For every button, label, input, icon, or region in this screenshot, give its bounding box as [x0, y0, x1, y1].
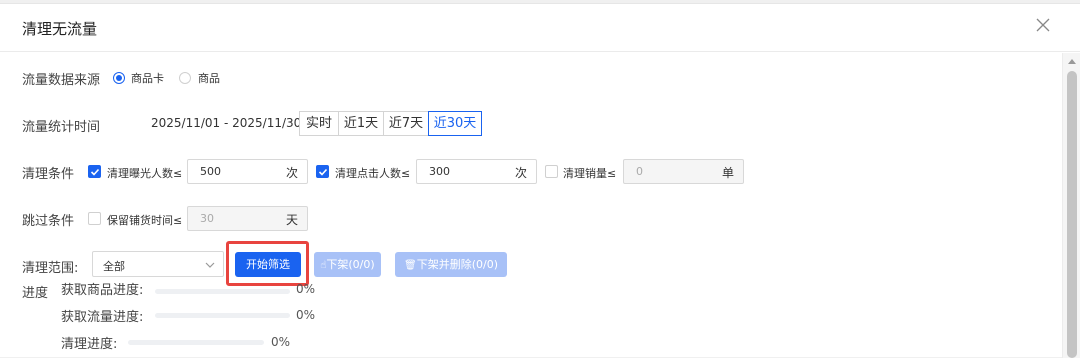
clear-no-traffic-dialog: 清理无流量 流量数据来源 商品卡 商品 流量统计时间 2025/11/01 - … [0, 3, 1080, 358]
sales-checkbox[interactable] [545, 165, 558, 178]
chevron-down-icon [205, 259, 215, 273]
radio-product-card-label: 商品卡 [131, 72, 164, 85]
exposure-label: 清理曝光人数≤ [107, 167, 183, 180]
clear-progress-value: 0% [271, 335, 291, 349]
radio-product-label: 商品 [198, 72, 220, 85]
remove-button[interactable]: ☝下架(0/0) [314, 252, 381, 277]
sales-unit: 单 [721, 166, 734, 180]
close-icon[interactable] [1036, 18, 1052, 34]
scroll-up-icon[interactable] [1068, 59, 1076, 64]
scroll-thumb[interactable] [1067, 71, 1077, 358]
product-progress-value: 0% [296, 282, 316, 296]
sales-label: 清理销量≤ [563, 167, 617, 180]
progress-label: 进度 [22, 286, 49, 301]
traffic-progress-label: 获取流量进度: [61, 310, 144, 325]
exposure-unit: 次 [285, 166, 298, 180]
click-unit: 次 [514, 166, 527, 180]
remove-delete-button-label: 下架并删除(0/0) [416, 258, 498, 271]
tab-30-days[interactable]: 近30天 [428, 111, 482, 136]
sales-input[interactable]: 0 单 [623, 159, 744, 184]
click-label: 清理点击人数≤ [335, 167, 411, 180]
keep-listing-checkbox[interactable] [88, 212, 101, 225]
clear-progress-bar [128, 340, 264, 345]
scope-label: 清理范围: [22, 261, 79, 276]
dialog-header: 清理无流量 [0, 4, 1080, 52]
exposure-input[interactable]: 500 次 [187, 159, 308, 184]
product-progress-label: 获取商品进度: [61, 283, 144, 298]
exposure-value: 500 [200, 165, 221, 178]
remove-button-label: 下架(0/0) [326, 258, 375, 271]
scope-select[interactable]: 全部 [92, 251, 224, 277]
dialog-body: 流量数据来源 商品卡 商品 流量统计时间 2025/11/01 - 2025/1… [0, 53, 1062, 358]
click-input[interactable]: 300 次 [416, 159, 537, 184]
keep-listing-label: 保留铺货时间≤ [107, 214, 183, 227]
scope-select-value: 全部 [103, 260, 125, 273]
date-range: 2025/11/01 - 2025/11/30 [151, 116, 302, 130]
keep-listing-unit: 天 [285, 213, 298, 227]
time-label: 流量统计时间 [22, 120, 101, 135]
tab-7-days[interactable]: 近7天 [383, 111, 429, 136]
click-checkbox[interactable] [316, 165, 329, 178]
radio-product-card[interactable] [113, 72, 125, 84]
exposure-checkbox[interactable] [88, 165, 101, 178]
trash-icon: 🗑 [404, 260, 417, 271]
sales-value: 0 [636, 165, 643, 178]
keep-listing-input[interactable]: 30 天 [187, 206, 308, 231]
source-label: 流量数据来源 [22, 73, 101, 88]
tab-1-day[interactable]: 近1天 [338, 111, 384, 136]
keep-listing-value: 30 [200, 212, 214, 225]
scrollbar[interactable] [1062, 53, 1080, 358]
tab-realtime[interactable]: 实时 [299, 111, 339, 136]
start-filter-button[interactable]: 开始筛选 [235, 252, 301, 277]
clear-progress-label: 清理进度: [61, 337, 118, 352]
skip-label: 跳过条件 [22, 214, 75, 229]
remove-delete-button[interactable]: 🗑下架并删除(0/0) [395, 252, 507, 277]
product-progress-bar [155, 289, 290, 294]
traffic-progress-bar [155, 313, 290, 318]
traffic-progress-value: 0% [296, 308, 316, 322]
dialog-title: 清理无流量 [22, 20, 98, 38]
radio-product[interactable] [179, 72, 191, 84]
click-value: 300 [429, 165, 450, 178]
conditions-label: 清理条件 [22, 167, 75, 182]
